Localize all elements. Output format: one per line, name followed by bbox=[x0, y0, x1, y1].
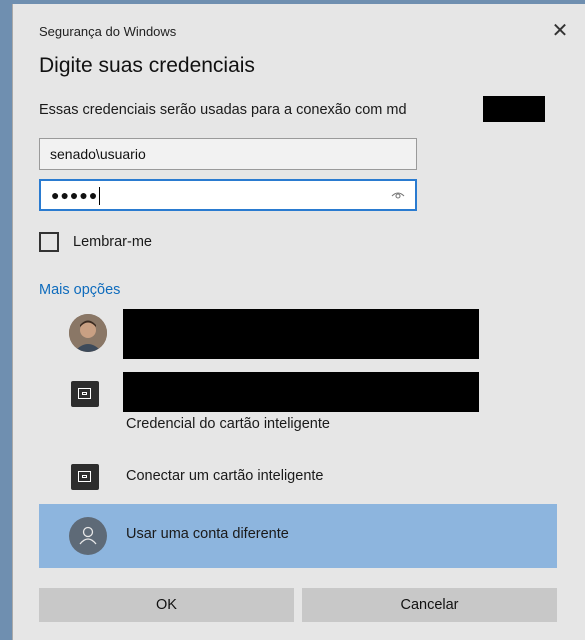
password-value: ●●●●● bbox=[51, 187, 99, 203]
cancel-button[interactable]: Cancelar bbox=[302, 588, 557, 622]
smartcard-icon bbox=[71, 464, 99, 490]
account-option-different-account[interactable]: Usar uma conta diferente bbox=[39, 504, 557, 568]
account-option-user[interactable] bbox=[39, 304, 559, 364]
user-avatar bbox=[69, 314, 107, 352]
ok-button[interactable]: OK bbox=[39, 588, 294, 622]
text-caret bbox=[99, 187, 101, 206]
connect-smartcard-label: Conectar um cartão inteligente bbox=[126, 468, 324, 484]
dialog-subtitle: Essas credenciais serão usadas para a co… bbox=[39, 102, 407, 118]
smartcard-icon bbox=[71, 381, 99, 407]
account-option-connect-smartcard[interactable]: Conectar um cartão inteligente bbox=[39, 456, 559, 498]
username-field[interactable]: senado\usuario bbox=[39, 138, 417, 170]
account-option-smartcard-credential[interactable]: Credencial do cartão inteligente bbox=[39, 370, 559, 440]
reveal-password-icon[interactable] bbox=[391, 188, 405, 202]
redacted-card-name bbox=[123, 372, 479, 412]
password-field[interactable]: ●●●●● bbox=[39, 179, 417, 211]
remember-label: Lembrar-me bbox=[73, 234, 152, 250]
dialog-heading: Digite suas credenciais bbox=[39, 54, 255, 77]
username-value: senado\usuario bbox=[50, 146, 146, 162]
more-options-link[interactable]: Mais opções bbox=[39, 282, 120, 298]
subtitle-text: Essas credenciais serão usadas para a co… bbox=[39, 102, 407, 118]
window-title: Segurança do Windows bbox=[39, 24, 177, 39]
smartcard-credential-label: Credencial do cartão inteligente bbox=[126, 416, 330, 432]
remember-checkbox[interactable] bbox=[39, 232, 59, 252]
remember-me[interactable]: Lembrar-me bbox=[39, 232, 152, 252]
credentials-dialog: Segurança do Windows ✕ Digite suas crede… bbox=[12, 4, 585, 640]
redacted-hostname bbox=[483, 96, 545, 122]
redacted-account-name bbox=[123, 309, 479, 359]
close-icon[interactable]: ✕ bbox=[549, 20, 571, 42]
different-account-label: Usar uma conta diferente bbox=[126, 526, 289, 542]
person-icon bbox=[69, 517, 107, 555]
